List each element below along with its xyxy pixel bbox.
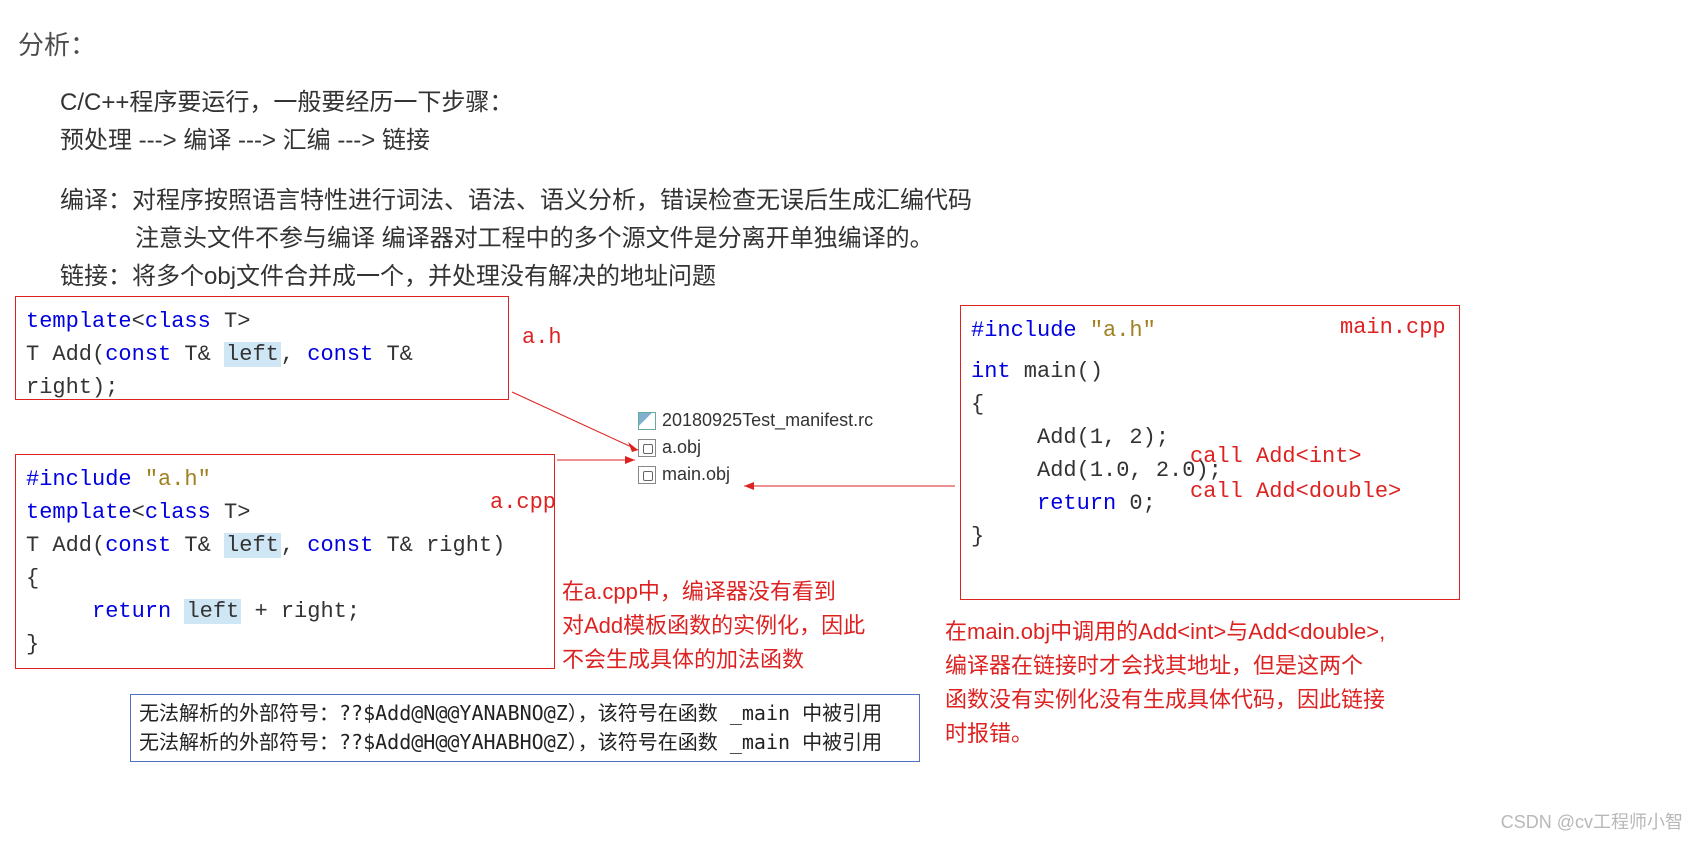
label-a-h: a.h (522, 325, 562, 350)
file-list: 20180925Test_manifest.rc a.obj main.obj (638, 410, 873, 491)
annotation-call-double: call Add<double> (1190, 475, 1401, 509)
label-a-cpp: a.cpp (490, 490, 556, 515)
acpp-line-2: template<class T> (26, 496, 544, 529)
note-main-line-4: 时报错。 (945, 717, 1033, 751)
t: T> (211, 309, 251, 334)
param-left: left (224, 342, 281, 367)
code-box-a-h: template<class T> T Add(const T& left, c… (15, 296, 509, 400)
ah-line-2: T Add(const T& left, const T& right); (26, 338, 498, 404)
watermark: CSDN @cv工程师小智 (1501, 808, 1683, 834)
kw-const: const (105, 342, 171, 367)
kw-include: #include (971, 318, 1090, 343)
annotation-call-int: call Add<int> (1190, 440, 1362, 474)
obj-file-icon (638, 439, 656, 457)
var-left: left (184, 599, 241, 624)
kw-const: const (105, 533, 171, 558)
file-row: a.obj (638, 437, 873, 458)
code-box-a-cpp: #include "a.h" template<class T> T Add(c… (15, 454, 555, 669)
note-acpp-line-1: 在a.cpp中，编译器没有看到 (562, 575, 836, 609)
kw-return: return (1037, 491, 1116, 516)
kw-class: class (145, 500, 211, 525)
include-str: "a.h" (1090, 318, 1156, 343)
body-line-5: 链接：将多个obj文件合并成一个，并处理没有解决的地址问题 (60, 256, 716, 291)
acpp-line-4: { (26, 562, 544, 595)
arrow-acpp-to-aobj (555, 455, 645, 465)
t: 0; (1116, 491, 1156, 516)
main-line-3: { (971, 388, 1449, 421)
t: , (281, 533, 307, 558)
call-add-int: Add(1, 2); (1037, 425, 1169, 450)
t: main() (1011, 359, 1103, 384)
linker-error-line-2: 无法解析的外部符号：??$Add@H@@YAHABHO@Z），该符号在函数 _m… (139, 728, 911, 757)
kw-class: class (145, 309, 211, 334)
t: + right; (241, 599, 360, 624)
file-name: 20180925Test_manifest.rc (662, 410, 873, 431)
t: < (132, 500, 145, 525)
ah-line-1: template<class T> (26, 305, 498, 338)
body-line-2: 预处理 ---> 编译 ---> 汇编 ---> 链接 (60, 120, 430, 155)
linker-error-line-1: 无法解析的外部符号：??$Add@N@@YANABNO@Z），该符号在函数 _m… (139, 699, 911, 728)
note-main-line-1: 在main.obj中调用的Add<int>与Add<double>, (945, 615, 1385, 649)
main-line-7: } (971, 520, 1449, 553)
rc-file-icon (638, 412, 656, 430)
file-row: main.obj (638, 464, 873, 485)
note-acpp-line-3: 不会生成具体的加法函数 (562, 643, 804, 677)
acpp-line-6: } (26, 628, 544, 661)
file-row: 20180925Test_manifest.rc (638, 410, 873, 431)
param-left: left (224, 533, 281, 558)
note-main-line-2: 编译器在链接时才会找其地址，但是这两个 (945, 649, 1363, 683)
obj-file-icon (638, 466, 656, 484)
section-title: 分析： (18, 25, 96, 62)
t (171, 599, 184, 624)
t: T& right) (373, 533, 505, 558)
linker-error-box: 无法解析的外部符号：??$Add@N@@YANABNO@Z），该符号在函数 _m… (130, 694, 920, 762)
t: T> (211, 500, 251, 525)
t: T& (171, 533, 224, 558)
include-str: "a.h" (145, 467, 211, 492)
file-name: main.obj (662, 464, 730, 485)
t: < (132, 309, 145, 334)
acpp-line-5: return left + right; (26, 595, 544, 628)
note-acpp-line-2: 对Add模板函数的实例化，因此 (562, 609, 865, 643)
t: T Add( (26, 533, 105, 558)
spacer (971, 347, 1449, 355)
kw-include: #include (26, 467, 145, 492)
main-line-2: int main() (971, 355, 1449, 388)
acpp-line-3: T Add(const T& left, const T& right) (26, 529, 544, 562)
kw-const: const (307, 342, 373, 367)
kw-return: return (92, 599, 171, 624)
body-line-4: 注意头文件不参与编译 编译器对工程中的多个源文件是分离开单独编译的。 (135, 218, 934, 253)
t: , (281, 342, 307, 367)
note-main-line-3: 函数没有实例化没有生成具体代码，因此链接 (945, 683, 1385, 717)
kw-template: template (26, 500, 132, 525)
acpp-line-1: #include "a.h" (26, 463, 544, 496)
kw-const: const (307, 533, 373, 558)
kw-int: int (971, 359, 1011, 384)
label-main-cpp: main.cpp (1340, 315, 1446, 340)
body-line-3: 编译：对程序按照语言特性进行词法、语法、语义分析，错误检查无误后生成汇编代码 (60, 180, 972, 215)
file-name: a.obj (662, 437, 701, 458)
t: T Add( (26, 342, 105, 367)
t: T& (171, 342, 224, 367)
kw-template: template (26, 309, 132, 334)
body-line-1: C/C++程序要运行，一般要经历一下步骤： (60, 82, 513, 117)
